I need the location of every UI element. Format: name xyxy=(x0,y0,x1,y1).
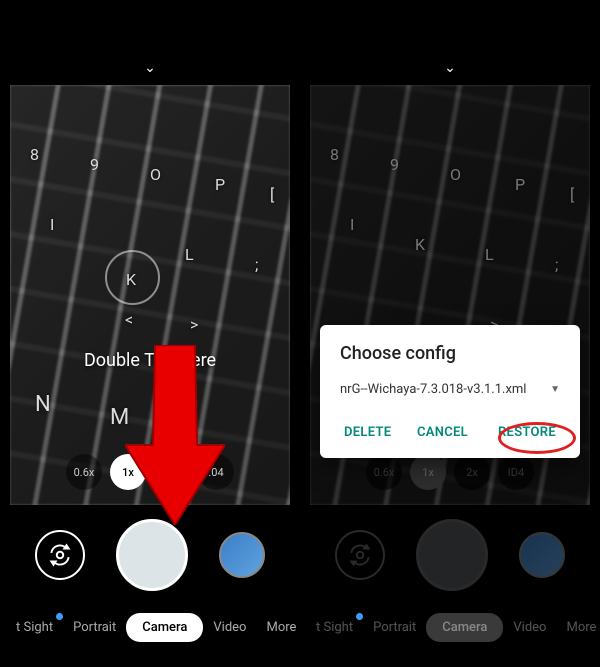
dialog-title: Choose config xyxy=(340,343,560,364)
cancel-button[interactable]: CANCEL xyxy=(413,419,472,446)
switch-camera-icon xyxy=(347,542,373,568)
mode-more: More xyxy=(556,614,600,641)
mode-selector: t Sight Portrait Camera Video More xyxy=(300,613,600,642)
gallery-thumbnail xyxy=(519,532,565,578)
key-label: I xyxy=(350,215,354,234)
screenshot-right: ⌄ 8 9 O P [ I L ; K > N M 0.6x 1x 2x ID4 xyxy=(300,0,600,667)
mode-portrait: Portrait xyxy=(363,614,426,641)
restore-button[interactable]: RESTORE xyxy=(494,419,560,446)
screenshot-left: ⌄ 8 9 O P [ I L ; K > < N M Double Tap H… xyxy=(0,0,300,667)
key-label: ; xyxy=(255,255,258,274)
key-label: ; xyxy=(555,255,558,274)
key-label: L xyxy=(185,245,194,264)
switch-camera-button[interactable] xyxy=(35,530,85,580)
key-label: < xyxy=(125,310,133,329)
camera-controls xyxy=(300,510,600,600)
badge-dot xyxy=(356,613,363,620)
key-label: [ xyxy=(270,185,274,204)
key-label: > xyxy=(190,315,198,334)
config-selected-value: nrG--Wichaya-7.3.018-v3.1.1.xml xyxy=(340,382,526,397)
key-label: [ xyxy=(570,185,574,204)
mode-more[interactable]: More xyxy=(256,614,300,641)
key-label: I xyxy=(50,215,54,234)
mode-label: t Sight xyxy=(16,620,53,635)
focus-ring xyxy=(105,250,160,305)
mode-night-sight: t Sight xyxy=(306,614,363,641)
zoom-selector: 0.6x 1x 2x .04 xyxy=(10,454,290,490)
zoom-option-active: 1x xyxy=(410,454,446,490)
mode-portrait[interactable]: Portrait xyxy=(63,614,126,641)
mode-camera[interactable]: Camera xyxy=(126,613,203,642)
zoom-option[interactable]: 0.6x xyxy=(66,454,102,490)
status-bar: ⌄ xyxy=(0,0,300,70)
zoom-option: 2x xyxy=(454,454,490,490)
key-label: M xyxy=(110,405,129,430)
zoom-option: ID4 xyxy=(498,454,534,490)
zoom-option[interactable]: .04 xyxy=(198,454,234,490)
mode-label: t Sight xyxy=(316,620,353,635)
status-bar: ⌄ xyxy=(300,0,600,70)
key-label: K xyxy=(415,235,425,254)
key-label: 8 xyxy=(330,145,339,164)
key-label: P xyxy=(515,175,525,194)
zoom-option-active[interactable]: 1x xyxy=(110,454,146,490)
mode-video[interactable]: Video xyxy=(203,614,256,641)
badge-dot xyxy=(56,613,63,620)
switch-camera-button xyxy=(335,530,385,580)
shutter-button[interactable] xyxy=(116,519,188,591)
key-label: O xyxy=(450,165,461,184)
config-dropdown[interactable]: nrG--Wichaya-7.3.018-v3.1.1.xml ▼ xyxy=(340,382,560,397)
mode-selector[interactable]: t Sight Portrait Camera Video More xyxy=(0,613,300,642)
chevron-down-icon[interactable]: ⌄ xyxy=(444,60,456,76)
camera-controls xyxy=(0,510,300,600)
delete-button[interactable]: DELETE xyxy=(340,419,395,446)
key-label: P xyxy=(215,175,225,194)
switch-camera-icon xyxy=(47,542,73,568)
hint-text: Double Tap Here xyxy=(10,350,290,371)
zoom-option[interactable]: 2x xyxy=(154,454,190,490)
shutter-button xyxy=(416,519,488,591)
dialog-actions: DELETE CANCEL RESTORE xyxy=(340,419,560,446)
key-label: O xyxy=(150,165,161,184)
chevron-down-icon[interactable]: ⌄ xyxy=(144,60,156,76)
zoom-selector: 0.6x 1x 2x ID4 xyxy=(310,454,590,490)
mode-camera: Camera xyxy=(426,613,503,642)
key-label: N xyxy=(35,392,51,417)
zoom-option: 0.6x xyxy=(366,454,402,490)
mode-video: Video xyxy=(503,614,556,641)
config-dialog: Choose config nrG--Wichaya-7.3.018-v3.1.… xyxy=(320,325,580,458)
key-label: 9 xyxy=(90,155,99,174)
key-label: 9 xyxy=(390,155,399,174)
caret-down-icon: ▼ xyxy=(550,384,560,395)
key-label: L xyxy=(485,245,494,264)
camera-viewfinder[interactable]: 8 9 O P [ I L ; K > < N M Double Tap Her… xyxy=(10,85,290,505)
key-label: 8 xyxy=(30,145,39,164)
mode-night-sight[interactable]: t Sight xyxy=(6,614,63,641)
gallery-thumbnail[interactable] xyxy=(219,532,265,578)
